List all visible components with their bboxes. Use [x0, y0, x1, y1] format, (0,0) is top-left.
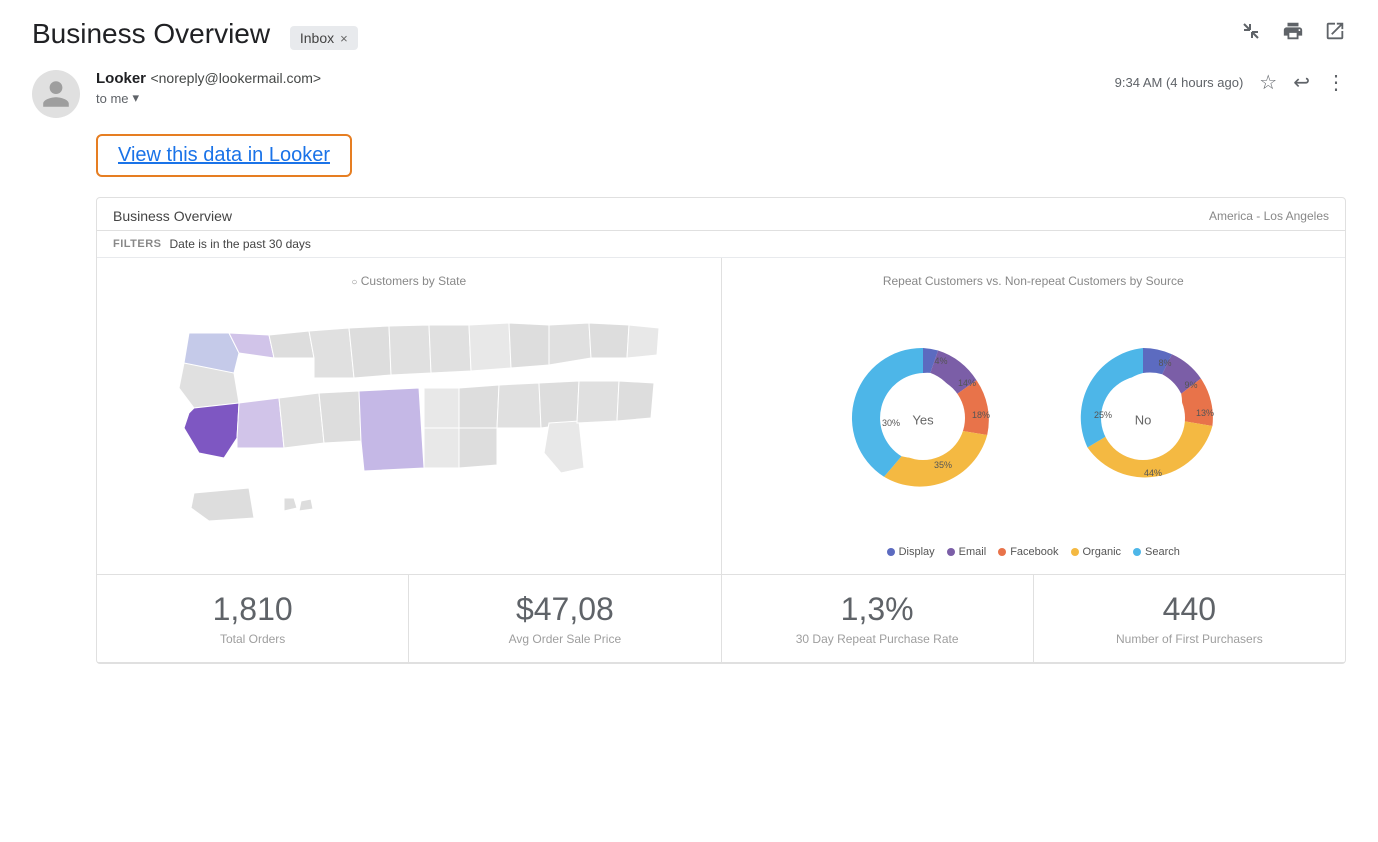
- charts-row: ○ Customers by State: [97, 258, 1345, 575]
- svg-text:44%: 44%: [1144, 468, 1162, 478]
- legend-item: Facebook: [998, 546, 1058, 558]
- donut-chart-title: Repeat Customers vs. Non-repeat Customer…: [738, 274, 1330, 288]
- star-icon[interactable]: ☆: [1259, 70, 1277, 95]
- inbox-badge[interactable]: Inbox ×: [290, 26, 358, 50]
- page-title: Business Overview Inbox ×: [32, 18, 1224, 50]
- print-icon[interactable]: [1282, 20, 1304, 48]
- compress-icon[interactable]: [1240, 20, 1262, 48]
- legend-item: Display: [887, 546, 935, 558]
- more-options-icon[interactable]: ⋮: [1326, 70, 1346, 95]
- sender-email: <noreply@lookermail.com>: [150, 70, 321, 86]
- donut-chart-cell: Repeat Customers vs. Non-repeat Customer…: [722, 258, 1346, 574]
- stat-value: 1,3%: [742, 591, 1013, 628]
- external-link-icon[interactable]: [1324, 20, 1346, 48]
- donut-legend: Display Email Facebook Organic Search: [738, 538, 1330, 558]
- stat-cell: 1,3% 30 Day Repeat Purchase Rate: [722, 575, 1034, 662]
- view-in-looker-link[interactable]: View this data in Looker: [118, 144, 330, 166]
- timestamp: 9:34 AM (4 hours ago): [1115, 75, 1244, 90]
- legend-dot: [998, 548, 1006, 556]
- stat-value: 440: [1054, 591, 1325, 628]
- stat-cell: $47,08 Avg Order Sale Price: [409, 575, 721, 662]
- dashboard-timezone: America - Los Angeles: [1209, 209, 1329, 223]
- stats-row: 1,810 Total Orders $47,08 Avg Order Sale Pr…: [97, 575, 1345, 663]
- yes-donut: Yes 4% 14% 18% 35% 30%: [833, 328, 1013, 508]
- sender-meta: 9:34 AM (4 hours ago) ☆ ↩ ⋮: [1115, 70, 1346, 95]
- email-body: View this data in Looker Business Overvi…: [0, 134, 1378, 684]
- stat-label: Number of First Purchasers: [1054, 632, 1325, 646]
- view-link-container: View this data in Looker: [96, 134, 352, 177]
- map-chart-title: ○ Customers by State: [113, 274, 705, 288]
- stat-label: 30 Day Repeat Purchase Rate: [742, 632, 1013, 646]
- reply-icon[interactable]: ↩: [1293, 70, 1310, 95]
- chevron-down-icon[interactable]: ▾: [133, 90, 140, 106]
- legend-item: Search: [1133, 546, 1180, 558]
- svg-text:25%: 25%: [1094, 410, 1112, 420]
- sender-row: Looker <noreply@lookermail.com> to me ▾ …: [0, 60, 1378, 134]
- no-donut: No 8% 9% 13% 44% 25%: [1053, 328, 1233, 508]
- filters-row: FILTERS Date is in the past 30 days: [97, 231, 1345, 258]
- legend-item: Email: [947, 546, 987, 558]
- stat-value: $47,08: [429, 591, 700, 628]
- legend-dot: [1133, 548, 1141, 556]
- email-header: Business Overview Inbox ×: [0, 0, 1378, 60]
- dashboard-header: Business Overview America - Los Angeles: [97, 198, 1345, 231]
- stat-cell: 440 Number of First Purchasers: [1034, 575, 1345, 662]
- svg-text:13%: 13%: [1196, 408, 1214, 418]
- sender-name: Looker: [96, 70, 146, 87]
- svg-text:35%: 35%: [934, 460, 952, 470]
- legend-dot: [887, 548, 895, 556]
- svg-text:4%: 4%: [935, 356, 948, 366]
- stat-label: Avg Order Sale Price: [429, 632, 700, 646]
- stat-cell: 1,810 Total Orders: [97, 575, 409, 662]
- header-actions: [1240, 20, 1346, 48]
- us-map-svg: [129, 303, 689, 533]
- sender-to: to me ▾: [96, 90, 1099, 106]
- legend-item: Organic: [1071, 546, 1122, 558]
- sender-info: Looker <noreply@lookermail.com> to me ▾: [96, 70, 1099, 106]
- legend-dot: [947, 548, 955, 556]
- stat-label: Total Orders: [117, 632, 388, 646]
- svg-text:18%: 18%: [972, 410, 990, 420]
- svg-text:Yes: Yes: [913, 412, 935, 427]
- svg-text:30%: 30%: [882, 418, 900, 428]
- map-container: [113, 298, 705, 538]
- filters-label: FILTERS: [113, 238, 162, 250]
- svg-text:8%: 8%: [1159, 358, 1172, 368]
- svg-text:9%: 9%: [1185, 380, 1198, 390]
- filter-value: Date is in the past 30 days: [170, 237, 311, 251]
- svg-text:14%: 14%: [958, 378, 976, 388]
- dashboard-embed: Business Overview America - Los Angeles …: [96, 197, 1346, 664]
- stat-value: 1,810: [117, 591, 388, 628]
- inbox-badge-close[interactable]: ×: [340, 31, 348, 46]
- svg-text:No: No: [1135, 412, 1152, 427]
- avatar: [32, 70, 80, 118]
- donuts-container: Yes 4% 14% 18% 35% 30%: [738, 298, 1330, 538]
- map-chart-cell: ○ Customers by State: [97, 258, 722, 574]
- dashboard-embed-title: Business Overview: [113, 208, 232, 224]
- legend-dot: [1071, 548, 1079, 556]
